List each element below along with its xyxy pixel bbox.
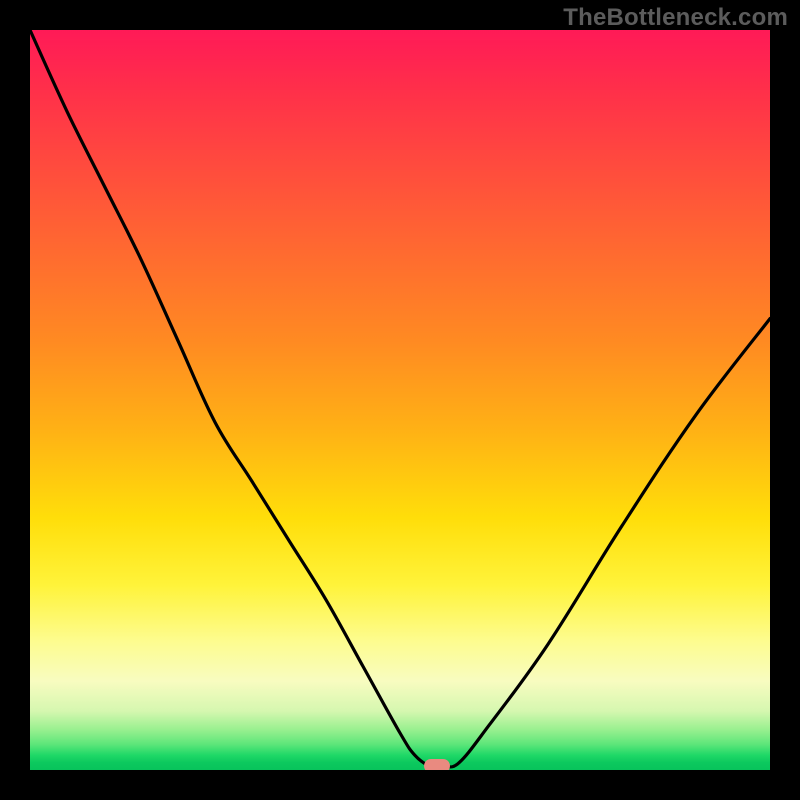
watermark-text: TheBottleneck.com — [563, 4, 788, 32]
chart-frame: TheBottleneck.com — [0, 0, 800, 800]
plot-area — [30, 30, 770, 770]
minimum-marker — [424, 759, 450, 770]
bottleneck-curve — [30, 30, 770, 770]
